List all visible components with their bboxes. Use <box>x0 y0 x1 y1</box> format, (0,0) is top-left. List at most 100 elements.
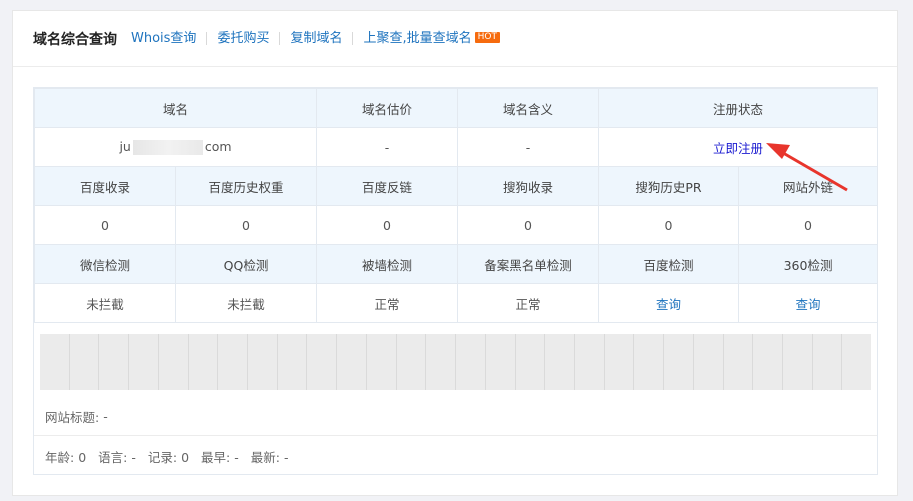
table-row: 百度收录 百度历史权重 百度反链 搜狗收录 搜狗历史PR 网站外链 <box>34 166 879 206</box>
col-header-domain: 域名 <box>33 88 318 128</box>
table-row: ju com - - 立即注册 <box>33 127 879 167</box>
strip-cell <box>724 334 754 390</box>
strip-cell <box>575 334 605 390</box>
col-header-baidu-weight: 百度历史权重 <box>174 166 318 206</box>
stat-earliest-label: 最早: <box>201 449 231 465</box>
col-header-baidu-index: 百度收录 <box>34 166 176 206</box>
stat-earliest: 最早: - <box>201 447 239 466</box>
col-header-360-check: 360检测 <box>738 244 879 284</box>
domain-query-card: 域名综合查询 Whois查询 委托购买 复制域名 上聚查,批量查域名 HOT 域名… <box>12 10 898 496</box>
baidu-weight-value: 0 <box>174 205 318 245</box>
strip-cell <box>634 334 665 390</box>
strip-cell <box>70 334 100 390</box>
meaning-value: - <box>457 127 600 167</box>
strip-cell <box>99 334 130 390</box>
strip-cell <box>397 334 427 390</box>
table-row: 0 0 0 0 0 0 <box>34 205 879 245</box>
baidu-check-cell: 查询 <box>598 283 740 323</box>
stat-age-label: 年龄: <box>45 449 75 465</box>
site-title-value: - <box>103 409 108 424</box>
strip-cell <box>129 334 159 390</box>
page-title: 域名综合查询 <box>33 31 117 48</box>
strip-cell <box>753 334 783 390</box>
register-cell: 立即注册 <box>598 127 879 167</box>
stat-records-label: 记录: <box>147 449 178 465</box>
strip-cell <box>159 334 189 390</box>
sogou-pr-value: 0 <box>598 205 740 245</box>
col-header-wechat-check: 微信检测 <box>34 244 176 284</box>
history-strip <box>40 334 871 390</box>
col-header-icp-blacklist-check: 备案黑名单检测 <box>457 244 600 284</box>
table-row: 微信检测 QQ检测 被墙检测 备案黑名单检测 百度检测 360检测 <box>34 244 879 284</box>
copy-domain-link[interactable]: 复制域名 <box>279 32 352 45</box>
domain-cell: ju com <box>33 127 318 167</box>
sogou-index-value: 0 <box>457 205 600 245</box>
360-check-link[interactable]: 查询 <box>796 297 821 312</box>
register-now-link[interactable]: 立即注册 <box>713 141 763 156</box>
stat-latest-value: - <box>283 449 289 465</box>
wall-check-status: 正常 <box>316 283 459 323</box>
stat-records: 记录: 0 <box>148 447 189 466</box>
col-header-wall-check: 被墙检测 <box>316 244 459 284</box>
table-row: 未拦截 未拦截 正常 正常 查询 查询 <box>34 283 879 323</box>
col-header-external-links: 网站外链 <box>738 166 879 206</box>
strip-cell <box>694 334 724 390</box>
entrust-purchase-link[interactable]: 委托购买 <box>206 32 279 45</box>
col-header-baidu-check: 百度检测 <box>598 244 740 284</box>
stat-language: 语言: - <box>98 447 136 466</box>
result-table: 域名 域名估价 域名含义 注册状态 ju com - - 立即注册 百度收录 百度… <box>33 87 879 475</box>
batch-query-label: 上聚查,批量查域名 <box>363 31 472 46</box>
site-title-label: 网站标题: <box>45 410 100 425</box>
external-links-value: 0 <box>738 205 879 245</box>
stats-row: 年龄: 0 语言: - 记录: 0 最早: - 最新: - <box>34 437 877 475</box>
strip-cell <box>545 334 575 390</box>
strip-cell <box>664 334 694 390</box>
strip-cell <box>40 334 70 390</box>
qq-check-status: 未拦截 <box>174 283 318 323</box>
col-header-valuation: 域名估价 <box>316 88 459 128</box>
strip-cell <box>783 334 813 390</box>
whois-link[interactable]: Whois查询 <box>129 32 206 45</box>
strip-cell <box>426 334 457 390</box>
stat-language-value: - <box>131 449 136 465</box>
col-header-sogou-pr: 搜狗历史PR <box>598 166 740 206</box>
baidu-check-link[interactable]: 查询 <box>656 297 681 312</box>
strip-cell <box>189 334 219 390</box>
strip-cell <box>486 334 516 390</box>
stat-language-label: 语言: <box>98 449 128 465</box>
site-title-row: 网站标题: - <box>34 398 877 436</box>
stat-age-value: 0 <box>78 449 87 465</box>
stat-latest: 最新: - <box>251 447 289 466</box>
col-header-qq-check: QQ检测 <box>174 244 318 284</box>
stat-earliest-value: - <box>234 449 239 465</box>
col-header-meaning: 域名含义 <box>457 88 600 128</box>
card-header: 域名综合查询 Whois查询 委托购买 复制域名 上聚查,批量查域名 HOT <box>13 11 897 67</box>
strip-cell <box>367 334 397 390</box>
strip-cell <box>278 334 308 390</box>
strip-cell <box>337 334 367 390</box>
col-header-register-status: 注册状态 <box>598 88 879 128</box>
strip-cell <box>248 334 278 390</box>
stat-records-value: 0 <box>181 449 190 465</box>
col-header-sogou-index: 搜狗收录 <box>457 166 600 206</box>
strip-cell <box>218 334 249 390</box>
domain-prefix: ju <box>119 139 131 154</box>
360-check-cell: 查询 <box>738 283 879 323</box>
blurred-domain <box>132 140 203 155</box>
valuation-value: - <box>316 127 459 167</box>
icp-blacklist-status: 正常 <box>457 283 600 323</box>
baidu-index-value: 0 <box>34 205 176 245</box>
strip-cell <box>813 334 843 390</box>
strip-cell <box>605 334 635 390</box>
stat-age: 年龄: 0 <box>45 447 86 466</box>
domain-suffix: com <box>204 139 232 154</box>
strip-cell <box>842 334 871 390</box>
stat-latest-label: 最新: <box>250 449 280 465</box>
hot-badge: HOT <box>474 32 500 43</box>
batch-query-link[interactable]: 上聚查,批量查域名 HOT <box>352 32 510 45</box>
col-header-baidu-backlinks: 百度反链 <box>316 166 459 206</box>
strip-cell <box>307 334 338 390</box>
baidu-backlinks-value: 0 <box>316 205 459 245</box>
wechat-check-status: 未拦截 <box>34 283 176 323</box>
strip-cell <box>516 334 546 390</box>
